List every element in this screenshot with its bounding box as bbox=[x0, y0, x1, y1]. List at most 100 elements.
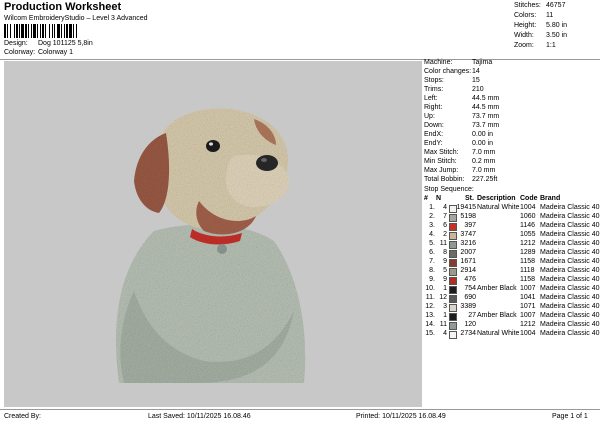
table-row: 12. 3 3389 1071 Madeira Classic 40 bbox=[424, 303, 600, 312]
embroidery-dog-image bbox=[115, 108, 306, 383]
cell-stop-number: 15. bbox=[425, 330, 435, 337]
cell-needle: 2 bbox=[443, 231, 447, 238]
cell-stop-number: 10. bbox=[425, 285, 435, 292]
info-left: Left: 44.5 mm bbox=[424, 95, 500, 102]
cell-needle: 12 bbox=[439, 294, 447, 301]
cell-code: 1158 bbox=[520, 276, 536, 283]
cell-stop-number: 4. bbox=[429, 231, 435, 238]
stat-stitches: Stitches: 46757 bbox=[514, 2, 566, 9]
cell-brand: Madeira Classic 40 bbox=[540, 222, 600, 229]
cell-needle: 8 bbox=[443, 249, 447, 256]
created-by: Created By: bbox=[4, 413, 41, 420]
cell-stop-number: 7. bbox=[429, 258, 435, 265]
cell-brand: Madeira Classic 40 bbox=[540, 213, 600, 220]
cell-needle: 11 bbox=[439, 321, 447, 328]
cell-description: Amber Black bbox=[477, 285, 517, 292]
col-header-code: Code bbox=[520, 195, 538, 202]
cell-brand: Madeira Classic 40 bbox=[540, 330, 600, 337]
page-number: Page 1 of 1 bbox=[552, 413, 588, 420]
cell-code: 1060 bbox=[520, 213, 536, 220]
cell-code: 1289 bbox=[520, 249, 536, 256]
cell-brand: Madeira Classic 40 bbox=[540, 231, 600, 238]
table-row: 6. 8 2007 1289 Madeira Classic 40 bbox=[424, 249, 600, 258]
cell-stitches: 19415 bbox=[456, 204, 476, 211]
cell-stop-number: 2. bbox=[429, 213, 435, 220]
design-label: Design: bbox=[4, 40, 28, 47]
cell-needle: 1 bbox=[443, 285, 447, 292]
info-up: Up: 73.7 mm bbox=[424, 113, 500, 120]
col-header-num: # bbox=[424, 195, 428, 202]
stat-height: Height: 5.80 in bbox=[514, 22, 568, 29]
info-max-jump: Max Jump: 7.0 mm bbox=[424, 167, 496, 174]
cell-stop-number: 13. bbox=[425, 312, 435, 319]
design-stats: Stitches: 46757 Colors: 11 Height: 5.80 in … bbox=[514, 1, 598, 51]
table-row: 2. 7 5198 1060 Madeira Classic 40 bbox=[424, 213, 600, 222]
info-down: Down: 73.7 mm bbox=[424, 122, 500, 129]
cell-needle: 9 bbox=[443, 258, 447, 265]
cell-stitches: 120 bbox=[464, 321, 476, 328]
cell-brand: Madeira Classic 40 bbox=[540, 267, 600, 274]
info-endx: EndX: 0.00 in bbox=[424, 131, 494, 138]
cell-code: 1212 bbox=[520, 321, 536, 328]
info-endy: EndY: 0.00 in bbox=[424, 140, 494, 147]
design-name-value: Dog 101125 5,8in bbox=[38, 40, 93, 47]
cell-stop-number: 6. bbox=[429, 249, 435, 256]
footer-divider bbox=[0, 409, 600, 410]
cell-code: 1071 bbox=[520, 303, 536, 310]
cell-code: 1118 bbox=[520, 267, 535, 274]
cell-brand: Madeira Classic 40 bbox=[540, 204, 600, 211]
info-min-stitch: Min Stitch: 0.2 mm bbox=[424, 158, 496, 165]
stat-width: Width: 3.50 in bbox=[514, 32, 568, 39]
cell-code: 1007 bbox=[520, 285, 536, 292]
cell-code: 1041 bbox=[520, 294, 536, 301]
cell-description: Natural White bbox=[477, 330, 520, 337]
software-subtitle: Wilcom EmbroideryStudio – Level 3 Advanc… bbox=[4, 15, 148, 22]
cell-description: Amber Black bbox=[477, 312, 517, 319]
machine-info-panel: Machine: Tajima Color changes: 14 Stops: 15… bbox=[424, 59, 600, 185]
cell-needle: 1 bbox=[443, 312, 447, 319]
col-header-description: Description bbox=[477, 195, 516, 202]
cell-code: 1146 bbox=[520, 222, 536, 229]
table-row: 15. 4 2734 Natural White 1004 Madeira Classic… bbox=[424, 330, 600, 339]
cell-needle: 6 bbox=[443, 222, 447, 229]
cell-stop-number: 1. bbox=[429, 204, 435, 211]
cell-brand: Madeira Classic 40 bbox=[540, 303, 600, 310]
cell-stitches: 3216 bbox=[460, 240, 476, 247]
cell-brand: Madeira Classic 40 bbox=[540, 321, 600, 328]
cell-brand: Madeira Classic 40 bbox=[540, 258, 600, 265]
cell-stitches: 3389 bbox=[460, 303, 476, 310]
cell-stop-number: 5. bbox=[429, 240, 435, 247]
cell-code: 1212 bbox=[520, 240, 536, 247]
cell-stitches: 2007 bbox=[460, 249, 476, 256]
colorway-value: Colorway 1 bbox=[38, 49, 74, 56]
table-row: 14. 11 120 1212 Madeira Classic 40 bbox=[424, 321, 600, 330]
info-total-bobbin: Total Bobbin: 227.25ft bbox=[424, 176, 498, 183]
cell-stitches: 2734 bbox=[460, 330, 476, 337]
table-row: 9. 9 476 1158 Madeira Classic 40 bbox=[424, 276, 600, 285]
table-row: 13. 1 27 Amber Black 1007 Madeira Classic 40 bbox=[424, 312, 600, 321]
cell-stop-number: 8. bbox=[429, 267, 435, 274]
col-header-brand: Brand bbox=[540, 195, 561, 202]
stop-sequence-table: 1. 4 19415 Natural White 1004 Madeira Classic… bbox=[424, 204, 600, 339]
cell-description: Natural White bbox=[477, 204, 520, 211]
printed-date: Printed: 10/11/2025 16.08.49 bbox=[356, 413, 446, 420]
cell-code: 1158 bbox=[520, 258, 536, 265]
cell-brand: Madeira Classic 40 bbox=[540, 249, 600, 256]
cell-stop-number: 3. bbox=[429, 222, 435, 229]
stop-sequence-header: # N St. Description Code Brand bbox=[424, 195, 600, 204]
cell-needle: 4 bbox=[443, 204, 447, 211]
cell-stop-number: 11. bbox=[425, 294, 435, 301]
table-row: 10. 1 754 Amber Black 1007 Madeira Classic 40 bbox=[424, 285, 600, 294]
info-right: Right: 44.5 mm bbox=[424, 104, 500, 111]
table-row: 11. 12 690 1041 Madeira Classic 40 bbox=[424, 294, 600, 303]
col-header-st: St. bbox=[465, 195, 474, 202]
barcode-image bbox=[4, 24, 77, 38]
cell-stop-number: 14. bbox=[425, 321, 435, 328]
stat-colors: Colors: 11 bbox=[514, 12, 554, 19]
cell-code: 1004 bbox=[520, 330, 536, 337]
table-row: 8. 5 2914 1118 Madeira Classic 40 bbox=[424, 267, 600, 276]
cell-code: 1004 bbox=[520, 204, 536, 211]
cell-needle: 5 bbox=[443, 267, 447, 274]
cell-stitches: 3747 bbox=[460, 231, 476, 238]
colorway-label: Colorway: bbox=[4, 49, 36, 56]
